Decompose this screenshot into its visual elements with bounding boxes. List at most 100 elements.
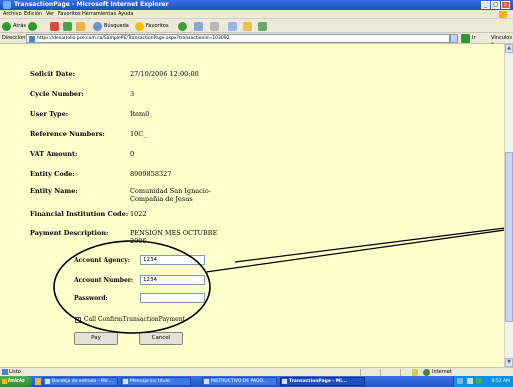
- history-button[interactable]: [178, 21, 187, 31]
- go-arrow-icon[interactable]: [461, 34, 470, 43]
- url-input[interactable]: https://desarrollo.pse.com.co/SamplePE/T…: [26, 34, 450, 43]
- detail-label: Entity Name:: [30, 187, 78, 195]
- detail-label: Entity Code:: [30, 170, 75, 178]
- detail-label: Cycle Number:: [30, 90, 84, 98]
- edit-button[interactable]: [228, 21, 237, 31]
- pay-button[interactable]: Pay: [74, 332, 118, 345]
- taskbar-item-mail[interactable]: Bandeja de entrada - Mic...: [43, 377, 118, 386]
- taskbar-item-transactionpage[interactable]: TransactionPage - Mi...: [280, 377, 365, 386]
- detail-value: PENSION MES OCTUBRE: [130, 229, 218, 237]
- menu-edicion[interactable]: Edición: [24, 11, 42, 17]
- forward-button[interactable]: [28, 21, 37, 31]
- stop-button[interactable]: [50, 21, 59, 31]
- address-dropdown-button[interactable]: [450, 34, 458, 43]
- password-label: Password:: [74, 295, 108, 302]
- tray-app-icon[interactable]: [476, 378, 482, 384]
- status-divider: [400, 369, 401, 376]
- windows-logo-icon: [499, 11, 507, 18]
- detail-value: 27/10/2006 12:00:00: [130, 70, 199, 78]
- ie-icon: [282, 379, 287, 384]
- favorites-button[interactable]: Favoritos: [135, 21, 169, 31]
- menu-favoritos[interactable]: Favoritos: [58, 11, 81, 17]
- minimize-button[interactable]: _: [481, 1, 490, 9]
- mail-icon: [194, 21, 203, 31]
- taskbar-item-message[interactable]: Mensaje sin título: [121, 377, 191, 386]
- task-label: Mensaje sin título: [130, 379, 170, 384]
- menu-ayuda[interactable]: Ayuda: [118, 11, 133, 17]
- back-arrow-icon: [2, 21, 11, 31]
- close-button[interactable]: x: [501, 1, 510, 9]
- detail-value: 8909858327: [130, 170, 172, 178]
- outlook-icon: [45, 379, 50, 384]
- account-number-input[interactable]: 1234: [140, 275, 205, 285]
- detail-value: 10C_: [130, 130, 147, 138]
- back-label: Atrás: [13, 23, 27, 29]
- menu-ver[interactable]: Ver: [46, 11, 54, 17]
- folder-button[interactable]: [243, 21, 252, 31]
- detail-value: 0: [130, 150, 135, 158]
- taskbar-item-instructivo[interactable]: INSTRUCTIVO DE PAGO...: [202, 377, 277, 386]
- forward-arrow-icon: [28, 21, 37, 31]
- go-label[interactable]: Ir: [472, 35, 476, 41]
- page-content: Solicit Date: 27/10/2006 12:00:00 Cycle …: [0, 44, 504, 367]
- quick-launch-icon[interactable]: [35, 378, 41, 385]
- favorites-label: Favoritos: [146, 23, 169, 29]
- folder-icon: [243, 21, 252, 31]
- stop-icon: [50, 21, 59, 31]
- address-label: Dirección: [2, 35, 26, 41]
- system-tray: 8:52 AM: [453, 376, 513, 387]
- maximize-button[interactable]: □: [491, 1, 500, 9]
- detail-value: Item0: [130, 110, 150, 118]
- scroll-up-icon[interactable]: ▲: [505, 44, 513, 53]
- menu-bar: Archivo Edición Ver Favoritos Herramient…: [0, 10, 513, 19]
- cancel-button[interactable]: Cancel: [139, 332, 183, 345]
- search-button[interactable]: Búsqueda: [93, 21, 129, 31]
- taskbar: Inicio Bandeja de entrada - Mic... Mensa…: [0, 376, 513, 387]
- page-icon: [29, 36, 35, 42]
- star-icon: [135, 21, 144, 31]
- menu-herramientas[interactable]: Herramientas: [82, 11, 116, 17]
- network-icon[interactable]: [457, 378, 463, 384]
- print-icon: [210, 21, 219, 31]
- start-button[interactable]: Inicio: [0, 376, 32, 387]
- history-icon: [178, 21, 187, 31]
- account-agency-label: Account Agency:: [74, 257, 130, 264]
- scroll-down-icon[interactable]: ▼: [505, 358, 513, 367]
- internet-zone-icon: [423, 369, 430, 376]
- windows-flag-icon: [2, 379, 7, 384]
- detail-label: VAT Amount:: [30, 150, 78, 158]
- url-text: https://desarrollo.pse.com.co/SamplePE/T…: [37, 36, 230, 41]
- status-text: Listo: [9, 369, 21, 375]
- search-icon: [93, 21, 102, 31]
- detail-value: 1022: [130, 210, 147, 218]
- status-divider: [360, 369, 361, 376]
- vertical-scrollbar[interactable]: ▲ ▼: [504, 44, 513, 367]
- menu-archivo[interactable]: Archivo: [3, 11, 22, 17]
- back-button[interactable]: Atrás: [2, 21, 26, 31]
- task-label: INSTRUCTIVO DE PAGO...: [211, 379, 268, 384]
- detail-value-line2: 2006: [130, 237, 147, 245]
- address-bar: Dirección https://desarrollo.pse.com.co/…: [0, 33, 513, 47]
- message-icon: [123, 379, 128, 384]
- title-bar: TransactionPage - Microsoft Internet Exp…: [0, 0, 513, 10]
- search-label: Búsqueda: [104, 23, 129, 29]
- edit-icon: [228, 21, 237, 31]
- lock-icon: [412, 369, 418, 376]
- task-label: TransactionPage - Mi...: [289, 379, 348, 384]
- messenger-icon: [258, 21, 267, 31]
- messenger-button[interactable]: [258, 21, 267, 31]
- detail-label: Payment Description:: [30, 229, 109, 237]
- detail-label: Reference Numbers:: [30, 130, 105, 138]
- home-button[interactable]: [76, 21, 85, 31]
- status-bar: Listo Internet: [0, 367, 513, 376]
- window-title: TransactionPage - Microsoft Internet Exp…: [14, 1, 169, 8]
- password-input[interactable]: [140, 293, 205, 303]
- confirm-payment-label: Call ConfirmTransactionPayment: [84, 316, 185, 323]
- scroll-thumb[interactable]: [505, 152, 513, 322]
- print-button[interactable]: [210, 21, 219, 31]
- refresh-button[interactable]: [63, 21, 72, 31]
- confirm-payment-checkbox[interactable]: ✔: [75, 317, 81, 323]
- mail-button[interactable]: [194, 21, 203, 31]
- account-agency-input[interactable]: 1234: [140, 255, 205, 265]
- volume-icon[interactable]: [467, 378, 473, 384]
